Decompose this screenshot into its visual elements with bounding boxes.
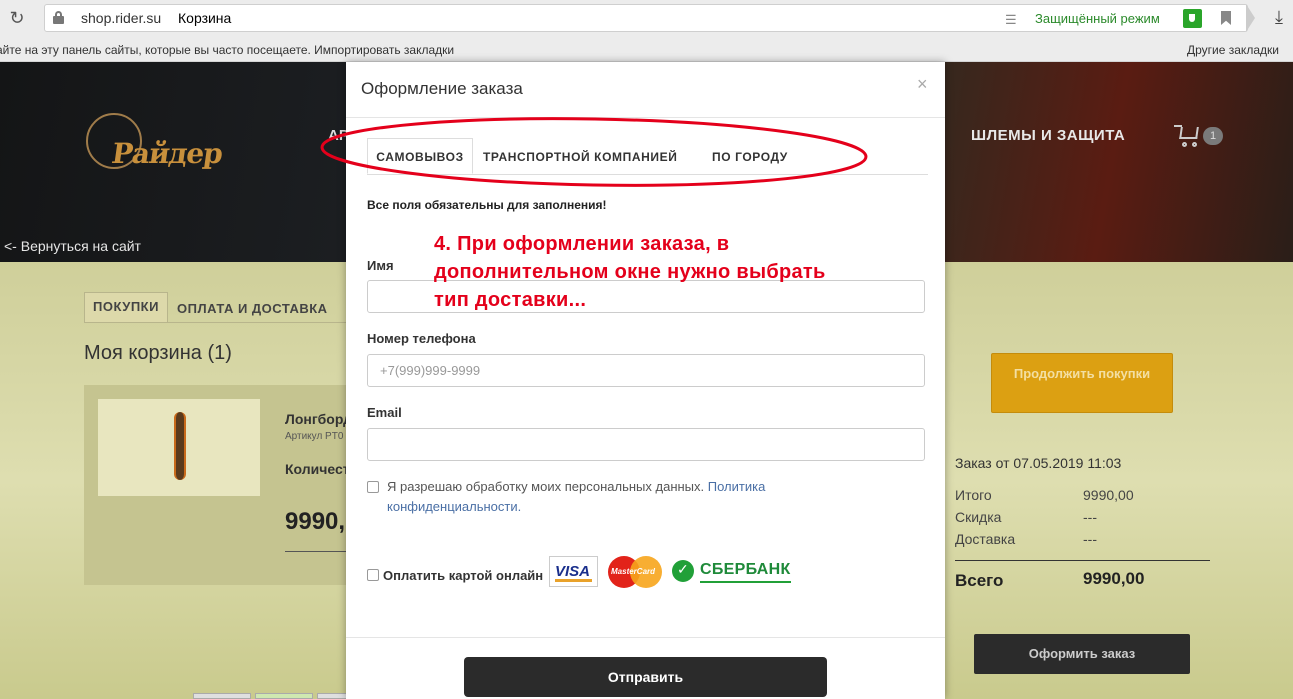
modal-title: Оформление заказа bbox=[361, 79, 523, 98]
product-article: Артикул PT0 bbox=[285, 431, 344, 442]
summary-label: Доставка bbox=[955, 531, 1016, 547]
total-value: 9990,00 bbox=[1083, 569, 1145, 588]
bookmarks-bar: айте на эту панель сайты, которые вы час… bbox=[0, 36, 1293, 62]
site-logo[interactable]: Райдер bbox=[82, 93, 224, 183]
email-input[interactable] bbox=[367, 428, 925, 461]
summary-value: --- bbox=[1083, 509, 1097, 525]
tab-payment-delivery[interactable]: ОПЛАТА И ДОСТАВКА bbox=[177, 301, 328, 316]
other-bookmarks[interactable]: Другие закладки bbox=[1187, 43, 1279, 57]
secure-mode-label[interactable]: Защищённый режим bbox=[1035, 11, 1160, 26]
summary-value: --- bbox=[1083, 531, 1097, 547]
tab-purchases[interactable]: ПОКУПКИ bbox=[84, 292, 168, 322]
consent-checkbox[interactable] bbox=[367, 481, 379, 493]
checkout-modal: Оформление заказа × САМОВЫВОЗ ТРАНСПОРТН… bbox=[346, 62, 945, 699]
lock-icon bbox=[53, 11, 64, 24]
mastercard-logo-text: MasterCard bbox=[611, 567, 656, 576]
close-icon[interactable]: × bbox=[917, 74, 928, 95]
reader-mode-icon[interactable]: ☰ bbox=[1005, 12, 1017, 28]
cart-icon[interactable] bbox=[1174, 123, 1200, 149]
protect-shield-icon[interactable] bbox=[1183, 9, 1202, 28]
phone-input[interactable] bbox=[367, 354, 925, 387]
tab-city-delivery[interactable]: ПО ГОРОДУ bbox=[712, 150, 788, 164]
annotation-text: 4. При оформлении заказа, в дополнительн… bbox=[434, 233, 826, 311]
logo-text: Райдер bbox=[109, 137, 225, 170]
order-date: Заказ от 07.05.2019 11:03 bbox=[955, 455, 1122, 471]
tab-arrow-icon bbox=[1246, 4, 1255, 32]
pay-online-label: Оплатить картой онлайн bbox=[383, 568, 544, 583]
tab-pickup[interactable]: САМОВЫВОЗ bbox=[367, 138, 473, 174]
bookmark-icon[interactable] bbox=[1221, 11, 1231, 25]
visa-logo-text: VISA bbox=[555, 563, 591, 580]
address-bar[interactable]: shop.rider.su Корзина ☰ Защищённый режим bbox=[44, 4, 1248, 32]
modal-header-divider bbox=[346, 117, 945, 118]
delivery-tabs-divider bbox=[367, 174, 928, 175]
tabs-divider bbox=[84, 322, 354, 323]
cart-count-badge: 1 bbox=[1203, 127, 1223, 145]
address-domain: shop.rider.su bbox=[81, 10, 162, 26]
sberbank-logo-text: СБЕРБАНК bbox=[700, 561, 791, 578]
longboard-icon bbox=[174, 412, 186, 480]
back-to-site-link[interactable]: <- Вернуться на сайт bbox=[4, 238, 141, 254]
required-note: Все поля обязательны для заполнения! bbox=[367, 198, 607, 212]
sberbank-icon: СБЕРБАНК bbox=[672, 558, 792, 586]
pay-online-checkbox[interactable] bbox=[367, 569, 379, 581]
download-icon[interactable]: ⤓ bbox=[1275, 7, 1283, 28]
continue-shopping-button[interactable]: Продолжить покупки bbox=[991, 353, 1173, 413]
modal-footer-divider bbox=[346, 637, 945, 638]
nav-item-helmets[interactable]: ШЛЕМЫ И ЗАЩИТА bbox=[971, 127, 1125, 144]
summary-value: 9990,00 bbox=[1083, 487, 1134, 503]
mastercard-icon: MasterCard bbox=[608, 556, 662, 588]
tab-transport-company[interactable]: ТРАНСПОРТНОЙ КОМПАНИЕЙ bbox=[483, 150, 677, 164]
bookmarks-hint[interactable]: айте на эту панель сайты, которые вы час… bbox=[0, 43, 454, 57]
product-name[interactable]: Лонгборд bbox=[285, 411, 352, 427]
summary-label: Скидка bbox=[955, 509, 1002, 525]
product-quantity-label: Количест bbox=[285, 461, 350, 477]
product-price: 9990, bbox=[285, 508, 346, 535]
consent-label: Я разрешаю обработку моих персональных д… bbox=[387, 479, 705, 494]
product-divider bbox=[285, 551, 349, 552]
place-order-button[interactable]: Оформить заказ bbox=[974, 634, 1190, 674]
visa-icon: VISA bbox=[549, 556, 598, 587]
summary-divider bbox=[955, 560, 1210, 561]
email-label: Email bbox=[367, 405, 402, 420]
address-page-title: Корзина bbox=[178, 10, 232, 26]
reload-icon[interactable]: ↻ bbox=[7, 8, 27, 28]
cart-title: Моя корзина (1) bbox=[84, 342, 232, 364]
name-label: Имя bbox=[367, 258, 394, 273]
submit-button[interactable]: Отправить bbox=[464, 657, 827, 697]
phone-label: Номер телефона bbox=[367, 331, 476, 346]
summary-label: Итого bbox=[955, 487, 992, 503]
total-label: Всего bbox=[955, 571, 1004, 590]
consent-text: Я разрешаю обработку моих персональных д… bbox=[387, 477, 817, 517]
browser-toolbar: ↻ shop.rider.su Корзина ☰ Защищённый реж… bbox=[0, 0, 1293, 36]
